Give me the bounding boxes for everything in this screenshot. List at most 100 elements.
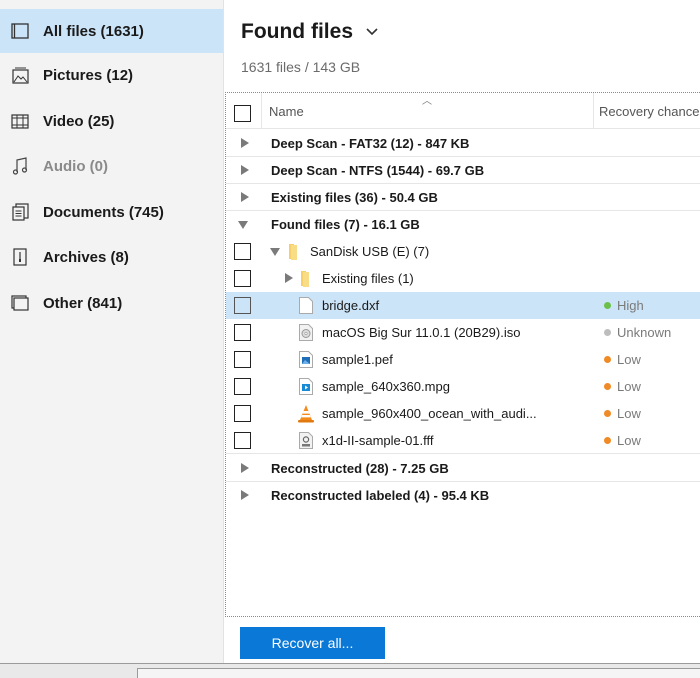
blank-file-icon: [299, 297, 313, 314]
row-checkbox[interactable]: [234, 378, 251, 395]
folder-row-existing-files[interactable]: Existing files (1): [226, 265, 700, 292]
pictures-icon: [10, 65, 30, 85]
column-header-recovery[interactable]: Recovery chances: [599, 104, 700, 119]
chevron-down-icon[interactable]: [365, 25, 379, 39]
recovery-chance-label: Unknown: [617, 325, 672, 340]
row-checkbox[interactable]: [234, 297, 251, 314]
group-label: Existing files (36) - 50.4 GB: [271, 190, 438, 205]
row-checkbox[interactable]: [234, 351, 251, 368]
group-label: Found files (7) - 16.1 GB: [271, 217, 420, 232]
recovery-chance-label: Low: [617, 406, 641, 421]
sidebar-item-label: Video (25): [43, 112, 115, 130]
sidebar-item-video[interactable]: Video (25): [0, 99, 223, 143]
expand-arrow-icon[interactable]: [241, 490, 249, 500]
status-dot-low: [604, 356, 611, 363]
sort-ascending-icon: ︿: [422, 96, 432, 107]
recover-all-button[interactable]: Recover all...: [240, 627, 385, 659]
main-panel: Found files 1631 files / 143 GB ︿ Name R…: [225, 0, 700, 663]
archives-icon: [10, 247, 30, 267]
status-dot-unknown: [604, 329, 611, 336]
group-label: Reconstructed (28) - 7.25 GB: [271, 461, 449, 476]
folder-label: Existing files (1): [322, 271, 414, 286]
recovery-chance: Low: [604, 406, 641, 421]
sidebar-item-all-files[interactable]: All files (1631): [0, 9, 223, 53]
sidebar-item-label: Other (841): [43, 294, 123, 312]
group-label: Reconstructed labeled (4) - 95.4 KB: [271, 488, 490, 503]
documents-icon: [10, 202, 30, 222]
files-summary: 1631 files / 143 GB: [241, 59, 361, 75]
group-row-deep-scan-ntfs[interactable]: Deep Scan - NTFS (1544) - 69.7 GB: [226, 157, 700, 184]
file-row[interactable]: sample1.pef Low: [226, 346, 700, 373]
column-header-name[interactable]: Name: [269, 104, 304, 119]
recovery-chance-label: High: [617, 298, 644, 313]
recovery-chance-label: Low: [617, 379, 641, 394]
file-row[interactable]: sample_640x360.mpg Low: [226, 373, 700, 400]
file-name: macOS Big Sur 11.0.1 (20B29).iso: [322, 325, 521, 340]
sidebar-item-label: Audio (0): [43, 157, 108, 175]
recovery-chance-label: Low: [617, 433, 641, 448]
file-name: x1d-II-sample-01.fff: [322, 433, 434, 448]
recovery-chance: High: [604, 298, 644, 313]
file-row[interactable]: macOS Big Sur 11.0.1 (20B29).iso Unknown: [226, 319, 700, 346]
collapse-arrow-icon[interactable]: [238, 221, 248, 229]
file-list: ︿ Name Recovery chances Deep Scan - FAT3…: [225, 92, 700, 617]
image-file-icon: [299, 351, 313, 368]
sidebar-item-label: All files (1631): [43, 22, 144, 40]
file-row[interactable]: bridge.dxf High: [226, 292, 700, 319]
sidebar: All files (1631) Pictures (12) Video (25…: [0, 0, 224, 663]
sidebar-item-pictures[interactable]: Pictures (12): [0, 53, 223, 97]
status-dot-high: [604, 302, 611, 309]
column-divider: [593, 93, 594, 129]
expand-arrow-icon[interactable]: [241, 192, 249, 202]
group-label: Deep Scan - NTFS (1544) - 69.7 GB: [271, 163, 485, 178]
sidebar-item-label: Pictures (12): [43, 66, 134, 84]
sidebar-item-archives[interactable]: Archives (8): [0, 235, 223, 279]
sidebar-item-other[interactable]: Other (841): [0, 281, 223, 325]
folder-row-sandisk[interactable]: SanDisk USB (E) (7): [226, 238, 700, 265]
column-divider: [261, 93, 262, 129]
group-label: Deep Scan - FAT32 (12) - 847 KB: [271, 136, 470, 151]
expand-arrow-icon[interactable]: [241, 138, 249, 148]
expand-arrow-icon[interactable]: [285, 273, 293, 283]
expand-arrow-icon[interactable]: [241, 463, 249, 473]
recovery-chance: Low: [604, 433, 641, 448]
group-row-reconstructed-labeled[interactable]: Reconstructed labeled (4) - 95.4 KB: [226, 482, 700, 509]
row-checkbox[interactable]: [234, 324, 251, 341]
video-icon: [10, 111, 30, 131]
row-checkbox[interactable]: [234, 270, 251, 287]
status-dot-low: [604, 410, 611, 417]
recovery-chance: Low: [604, 352, 641, 367]
select-all-checkbox[interactable]: [234, 105, 251, 122]
folder-icon: [301, 271, 309, 287]
title-row: Found files: [241, 20, 379, 44]
folder-label: SanDisk USB (E) (7): [310, 244, 430, 259]
group-row-found-files[interactable]: Found files (7) - 16.1 GB: [226, 211, 700, 238]
sidebar-item-documents[interactable]: Documents (745): [0, 190, 223, 234]
expand-arrow-icon[interactable]: [241, 165, 249, 175]
file-name: sample_640x360.mpg: [322, 379, 450, 394]
window-bottom-edge: [0, 663, 700, 678]
file-row[interactable]: sample_960x400_ocean_with_audi... Low: [226, 400, 700, 427]
group-row-reconstructed[interactable]: Reconstructed (28) - 7.25 GB: [226, 455, 700, 482]
raw-file-icon: [299, 432, 313, 449]
sidebar-item-label: Archives (8): [43, 248, 129, 266]
vlc-cone-icon: [298, 405, 314, 423]
row-checkbox[interactable]: [234, 243, 251, 260]
collapse-arrow-icon[interactable]: [270, 248, 280, 256]
row-checkbox[interactable]: [234, 405, 251, 422]
folder-icon: [289, 244, 297, 260]
audio-icon: [10, 156, 30, 176]
status-dot-low: [604, 437, 611, 444]
file-name: sample_960x400_ocean_with_audi...: [322, 406, 537, 421]
recovery-chance-label: Low: [617, 352, 641, 367]
page-title: Found files: [241, 20, 353, 43]
file-name: bridge.dxf: [322, 298, 380, 313]
video-file-icon: [299, 378, 313, 395]
row-checkbox[interactable]: [234, 432, 251, 449]
other-icon: [10, 293, 30, 313]
group-row-deep-scan-fat32[interactable]: Deep Scan - FAT32 (12) - 847 KB: [226, 130, 700, 157]
group-row-existing-files[interactable]: Existing files (36) - 50.4 GB: [226, 184, 700, 211]
file-row[interactable]: x1d-II-sample-01.fff Low: [226, 427, 700, 454]
table-header: ︿ Name Recovery chances: [226, 93, 700, 129]
sidebar-item-audio[interactable]: Audio (0): [0, 144, 223, 188]
